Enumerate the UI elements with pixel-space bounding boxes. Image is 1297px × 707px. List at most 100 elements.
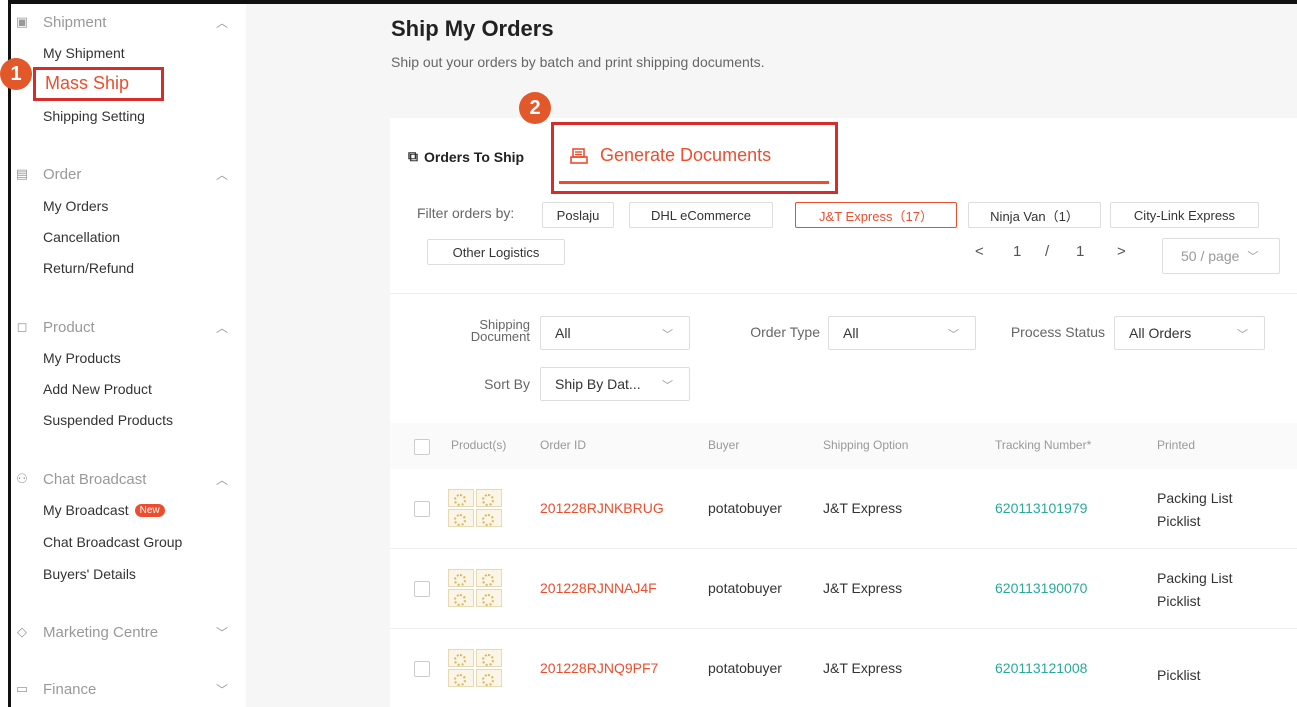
tracking-number-link[interactable]: 620113121008 — [995, 660, 1087, 676]
sidebar-item-my-orders[interactable]: My Orders — [43, 198, 108, 214]
process-status-label: Process Status — [1010, 324, 1105, 340]
sidebar-section-marketing-centre[interactable]: ◇ Marketing Centre ﹀ — [11, 620, 241, 644]
table-row[interactable]: 201228RJNQ9PF7 potatobuyer J&T Express 6… — [390, 629, 1297, 707]
chevron-down-icon: ﹀ — [1247, 251, 1259, 263]
printed-documents: Picklist — [1157, 664, 1201, 687]
step-marker-2: 2 — [519, 92, 551, 124]
order-id-link[interactable]: 201228RJNKBRUG — [540, 500, 664, 516]
table-row[interactable]: 201228RJNNAJ4F potatobuyer J&T Express 6… — [390, 549, 1297, 629]
sidebar-item-cancellation[interactable]: Cancellation — [43, 229, 120, 245]
column-header-tracking-number: Tracking Number* — [995, 438, 1092, 452]
step-marker-1: 1 — [0, 58, 32, 90]
product-thumbnail — [448, 649, 502, 687]
main-content: Ship My Orders Ship out your orders by b… — [246, 4, 1297, 707]
filter-chip-other-logistics[interactable]: Other Logistics — [427, 239, 565, 265]
chevron-down-icon: ﹀ — [948, 329, 959, 341]
process-status-select[interactable]: All Orders ﹀ — [1114, 316, 1265, 350]
row-checkbox[interactable] — [414, 581, 430, 597]
select-value: All — [555, 325, 571, 341]
sidebar-item-my-products[interactable]: My Products — [43, 350, 121, 366]
chevron-up-icon[interactable]: ︿ — [216, 319, 228, 336]
page-size-select[interactable]: 50 / page ﹀ — [1162, 238, 1280, 274]
order-id-link[interactable]: 201228RJNQ9PF7 — [540, 660, 658, 676]
box-clock-icon: ⧉ — [408, 148, 418, 164]
section-divider — [390, 293, 1297, 294]
users-icon: ⚇ — [16, 471, 28, 486]
row-checkbox[interactable] — [414, 661, 430, 677]
page-size-value: 50 / page — [1181, 248, 1240, 264]
sidebar-section-title: Finance — [43, 680, 97, 698]
filter-label: Filter orders by: — [417, 205, 515, 221]
sidebar-item-label: Mass Ship — [45, 73, 130, 93]
printed-item: Packing List — [1157, 490, 1233, 506]
product-thumbnail — [448, 569, 502, 607]
select-all-checkbox[interactable] — [414, 439, 430, 455]
sidebar-section-title: Shipment — [43, 13, 107, 31]
sidebar-item-my-shipment[interactable]: My Shipment — [43, 45, 125, 61]
active-tab-underline — [559, 181, 829, 184]
printed-item: Packing List — [1157, 570, 1233, 586]
order-type-select[interactable]: All ﹀ — [828, 316, 976, 350]
frame-top-border — [8, 0, 1297, 4]
column-header-buyer: Buyer — [708, 438, 740, 452]
sidebar-item-mass-ship[interactable]: Mass Ship — [33, 67, 164, 101]
chevron-up-icon[interactable]: ︿ — [216, 166, 228, 183]
sidebar-section-order[interactable]: ▤ Order ︿ — [11, 162, 241, 186]
sidebar-item-my-broadcast[interactable]: My Broadcast New — [43, 502, 165, 518]
chevron-down-icon[interactable]: ﹀ — [216, 681, 228, 698]
buyer-name: potatobuyer — [708, 580, 782, 596]
tracking-number-link[interactable]: 620113190070 — [995, 580, 1087, 596]
chevron-down-icon[interactable]: ﹀ — [216, 624, 228, 641]
table-row[interactable]: 201228RJNKBRUG potatobuyer J&T Express 6… — [390, 469, 1297, 549]
pager-total-pages: 1 — [1076, 243, 1085, 260]
shipment-icon: ▣ — [15, 14, 29, 29]
sidebar-section-finance[interactable]: ▭ Finance ﹀ — [11, 677, 241, 701]
sidebar-item-add-new-product[interactable]: Add New Product — [43, 381, 152, 397]
tab-generate-documents[interactable]: Generate Documents — [551, 122, 838, 194]
printed-item: Picklist — [1157, 513, 1201, 529]
filter-chip-jt-express[interactable]: J&T Express（17） — [795, 202, 957, 228]
row-checkbox[interactable] — [414, 501, 430, 517]
sidebar-section-shipment[interactable]: ▣ Shipment ︿ — [11, 10, 241, 34]
filter-chip-dhl-ecommerce[interactable]: DHL eCommerce — [629, 202, 773, 228]
shipping-option: J&T Express — [823, 500, 903, 516]
tab-orders-to-ship[interactable]: ⧉ Orders To Ship — [408, 148, 524, 165]
buyer-name: potatobuyer — [708, 500, 782, 516]
filter-chip-ninja-van[interactable]: Ninja Van（1） — [968, 202, 1101, 228]
filter-chip-city-link-express[interactable]: City-Link Express — [1110, 202, 1259, 228]
order-id-link[interactable]: 201228RJNNAJ4F — [540, 580, 657, 596]
product-icon: ◻ — [16, 319, 28, 334]
chevron-up-icon[interactable]: ︿ — [216, 471, 228, 488]
sidebar-section-product[interactable]: ◻ Product ︿ — [11, 315, 241, 339]
pager-current-page: 1 — [1013, 243, 1022, 260]
tab-label: Generate Documents — [600, 145, 772, 165]
sidebar-section-title: Marketing Centre — [43, 623, 159, 641]
printed-documents: Packing List Picklist — [1157, 487, 1232, 533]
column-header-printed: Printed — [1157, 438, 1196, 452]
sidebar-item-buyers-details[interactable]: Buyers' Details — [43, 566, 136, 582]
chevron-up-icon[interactable]: ︿ — [216, 14, 228, 31]
shipping-document-select[interactable]: All ﹀ — [540, 316, 690, 350]
sort-by-select[interactable]: Ship By Dat... ﹀ — [540, 367, 690, 401]
order-type-label: Order Type — [750, 324, 820, 340]
sidebar-item-shipping-setting[interactable]: Shipping Setting — [43, 108, 145, 124]
generate-documents-tab-content: Generate Documents — [570, 145, 771, 166]
sidebar-item-suspended-products[interactable]: Suspended Products — [43, 412, 173, 428]
filter-chip-poslaju[interactable]: Poslaju — [542, 202, 614, 228]
tracking-number-link[interactable]: 620113101979 — [995, 500, 1087, 516]
pager-prev-icon[interactable]: < — [975, 243, 984, 260]
sidebar-section-chat-broadcast[interactable]: ⚇ Chat Broadcast ︿ — [11, 467, 241, 491]
sidebar-item-chat-broadcast-group[interactable]: Chat Broadcast Group — [43, 534, 182, 550]
select-value: All Orders — [1129, 325, 1192, 341]
wallet-icon: ▭ — [15, 681, 29, 696]
sidebar-item-return-refund[interactable]: Return/Refund — [43, 260, 134, 276]
pager-next-icon[interactable]: > — [1117, 243, 1126, 260]
order-icon: ▤ — [15, 166, 29, 181]
orders-card: ⧉ Orders To Ship Generate Documents Filt… — [390, 118, 1297, 707]
pager-separator: / — [1045, 243, 1050, 260]
chevron-down-icon: ﹀ — [662, 380, 673, 392]
printer-icon — [570, 147, 588, 164]
printed-item: Picklist — [1157, 667, 1201, 683]
table-header: Product(s) Order ID Buyer Shipping Optio… — [390, 423, 1297, 469]
sidebar-section-title: Product — [43, 318, 95, 336]
